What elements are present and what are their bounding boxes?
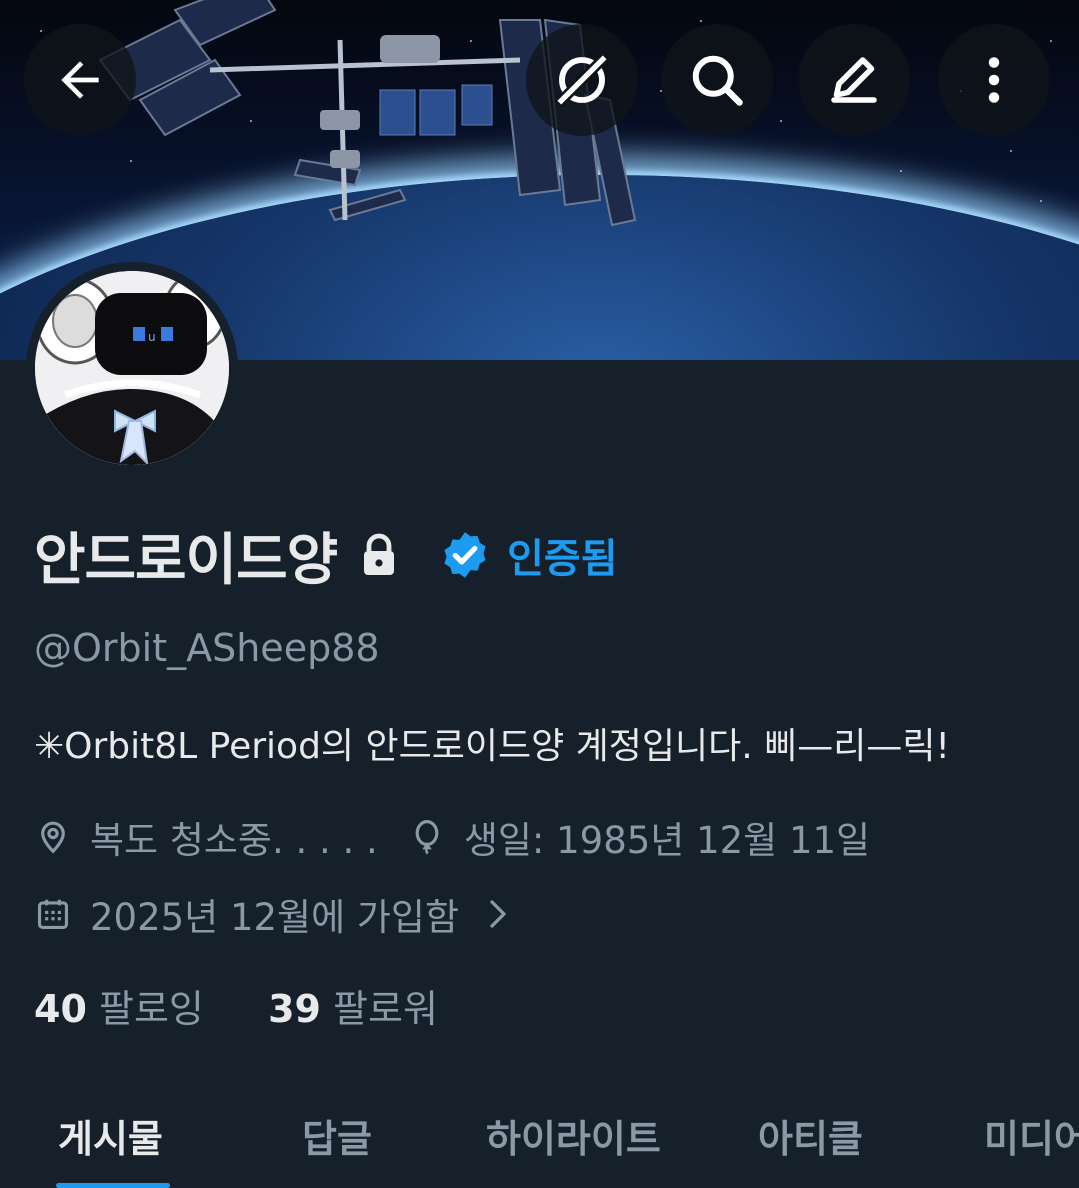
- followers-link[interactable]: 39 팔로워: [268, 987, 438, 1031]
- edit-profile-button[interactable]: [798, 24, 910, 136]
- joined-text: 2025년 12월에 가입함: [90, 896, 460, 939]
- active-tab-indicator: [56, 1183, 170, 1188]
- following-link[interactable]: 40 팔로잉: [34, 987, 216, 1031]
- birthday-text: 생일: 1985년 12월 11일: [463, 819, 871, 862]
- arrow-left-icon: [61, 61, 99, 99]
- chevron-right-icon: [485, 896, 511, 932]
- tab-articles[interactable]: 아티클: [758, 1108, 863, 1163]
- search-button[interactable]: [661, 24, 773, 136]
- profile-bio: ✳Orbit8L Period의 안드로이드양 계정입니다. 삐—리—릭!: [34, 726, 950, 767]
- balloon-icon: [408, 818, 446, 856]
- followers-label: 팔로워: [333, 987, 438, 1031]
- lock-icon: [359, 533, 399, 577]
- verified-badge-icon[interactable]: [439, 529, 491, 581]
- avatar[interactable]: u: [35, 271, 229, 465]
- tab-highlights[interactable]: 하이라이트: [486, 1108, 661, 1163]
- grok-icon: [554, 52, 610, 108]
- followers-count: 39: [268, 987, 321, 1031]
- following-label: 팔로잉: [98, 987, 204, 1031]
- display-name: 안드로이드양: [34, 527, 338, 593]
- verified-label[interactable]: 인증됨: [507, 526, 617, 584]
- more-vertical-icon: [988, 57, 1000, 103]
- user-handle: @Orbit_ASheep88: [34, 626, 380, 670]
- joined-row[interactable]: 2025년 12월에 가입함: [34, 887, 529, 941]
- search-icon: [692, 55, 743, 106]
- grok-button[interactable]: [526, 24, 638, 136]
- more-button[interactable]: [938, 24, 1050, 136]
- following-count: 40: [34, 987, 87, 1031]
- profile-meta-row: 복도 청소중. . . . . 생일: 1985년 12월 11일: [34, 810, 870, 864]
- avatar-image: u: [35, 271, 229, 465]
- edit-icon: [831, 57, 877, 103]
- profile-tabs: 게시물 답글 하이라이트 아티클 미디어: [0, 1100, 1079, 1188]
- location-text: 복도 청소중. . . . .: [90, 819, 378, 862]
- avatar-frame: u: [26, 262, 238, 474]
- tab-replies[interactable]: 답글: [302, 1108, 372, 1163]
- tab-media[interactable]: 미디어: [984, 1108, 1079, 1163]
- tab-posts[interactable]: 게시물: [58, 1108, 163, 1163]
- svg-text:u: u: [148, 330, 156, 344]
- follow-stats: 40 팔로잉 39 팔로워: [34, 978, 438, 1033]
- location-pin-icon: [34, 818, 72, 856]
- profile-name-row: 안드로이드양 인증됨: [34, 515, 618, 595]
- back-button[interactable]: [24, 24, 136, 136]
- calendar-icon: [34, 895, 72, 933]
